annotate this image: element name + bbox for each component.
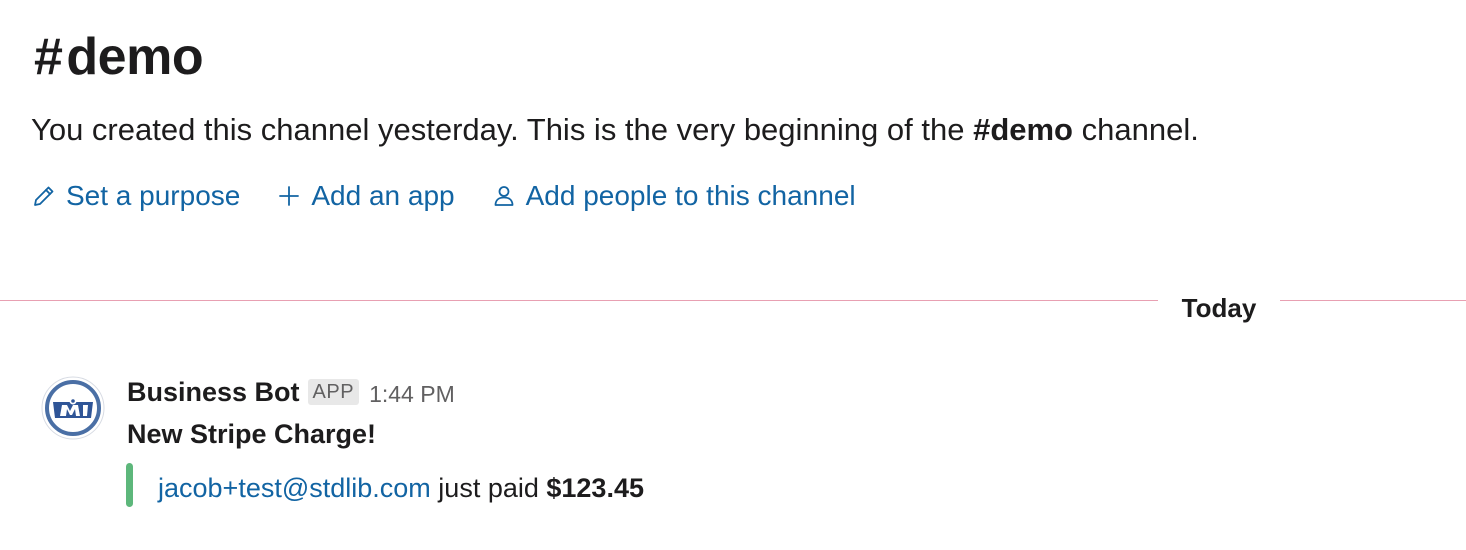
email-link[interactable]: jacob+test@stdlib.com [158,473,431,503]
intro-prefix: You created this channel yesterday. This… [31,112,974,147]
attachment-color-bar [126,463,133,507]
sender-name[interactable]: Business Bot [127,372,300,412]
attachment-middle-text: just paid [430,473,547,503]
charge-amount: $123.45 [546,473,644,503]
message-timestamp[interactable]: 1:44 PM [369,374,455,414]
channel-name: demo [66,28,204,86]
channel-intro: You created this channel yesterday. This… [31,110,1199,150]
divider-line-right [1280,300,1466,301]
set-purpose-button[interactable]: Set a purpose [31,176,240,216]
add-people-button[interactable]: Add people to this channel [491,176,856,216]
message-header: Business Bot APP 1:44 PM [127,370,455,414]
bot-avatar[interactable] [41,376,105,440]
pencil-icon [31,183,57,209]
attachment-text: jacob+test@stdlib.com just paid $123.45 [158,468,644,508]
channel-hash: # [34,28,63,86]
intro-suffix: channel. [1073,112,1199,147]
add-app-button[interactable]: Add an app [276,176,455,216]
plus-icon [276,183,302,209]
app-badge: APP [307,379,360,405]
message-text: New Stripe Charge! [127,419,377,449]
channel-actions: Set a purpose Add an app Add people to t… [31,176,856,216]
channel-title: #demo [34,22,204,92]
set-purpose-label: Set a purpose [66,180,241,211]
person-icon [491,183,517,209]
intro-channel-ref[interactable]: #demo [973,112,1073,147]
add-people-label: Add people to this channel [525,180,856,211]
day-divider-label[interactable]: Today [1158,288,1280,328]
add-app-label: Add an app [311,180,455,211]
divider-line-left [0,300,1158,301]
